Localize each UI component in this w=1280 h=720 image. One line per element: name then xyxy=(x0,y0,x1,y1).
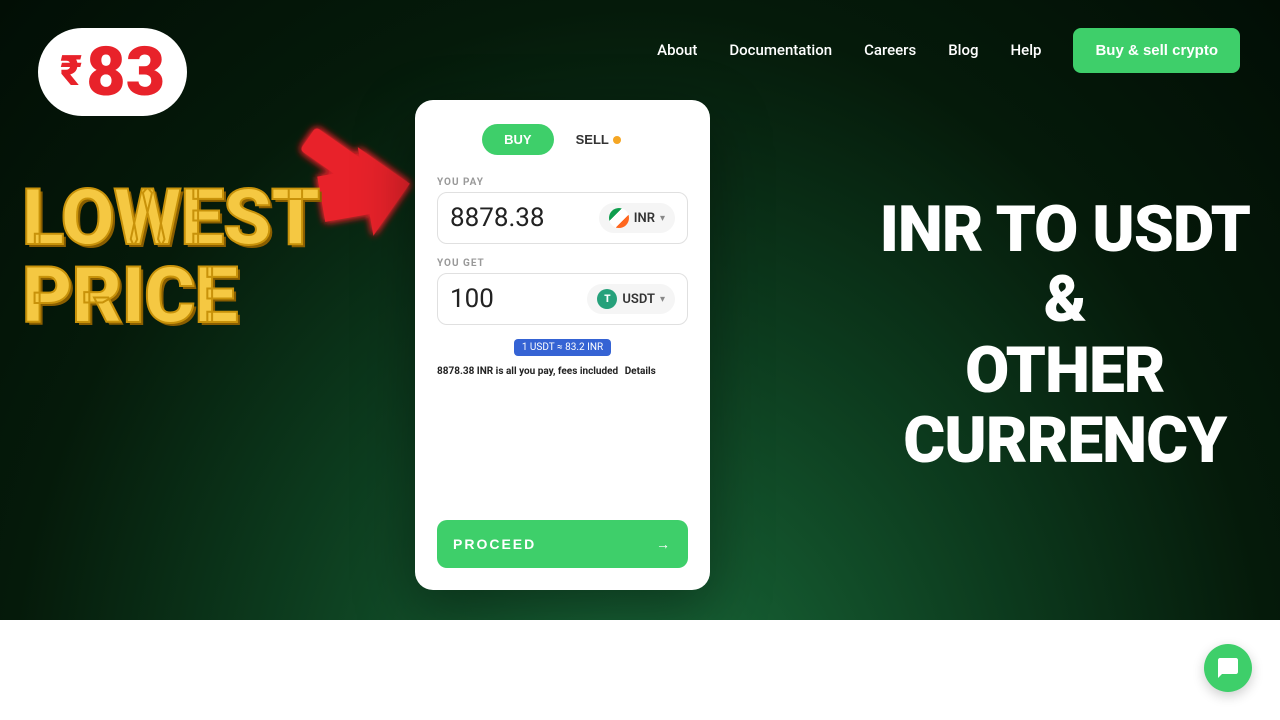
exchange-card: BUY SELL YOU PAY 8878.38 INR ▾ YOU GET 1… xyxy=(415,100,710,590)
nav-careers[interactable]: Careers xyxy=(864,41,916,59)
buy-sell-cta-button[interactable]: Buy & sell crypto xyxy=(1073,28,1240,73)
rate-badge: 1 USDT ≈ 83.2 INR xyxy=(514,339,611,356)
proceed-label: PROCEED xyxy=(453,536,536,552)
lowest-line2: PRICE xyxy=(22,258,319,336)
nav-links: About Documentation Careers Blog Help Bu… xyxy=(657,28,1240,73)
buy-sell-toggle: BUY SELL xyxy=(437,124,688,155)
proceed-arrow-icon: → xyxy=(656,536,672,552)
inr-label: INR xyxy=(634,211,655,226)
india-flag-icon xyxy=(609,208,629,228)
chat-button[interactable] xyxy=(1204,644,1252,692)
usdt-label: USDT xyxy=(622,292,655,307)
proceed-button[interactable]: PROCEED → xyxy=(437,520,688,568)
chevron-down-icon-2: ▾ xyxy=(660,294,665,305)
you-get-amount: 100 xyxy=(450,284,494,314)
you-get-label: YOU GET xyxy=(437,258,688,269)
right-heading-line3: OTHER xyxy=(880,336,1250,406)
right-heading: INR TO USDT & OTHER CURRENCY xyxy=(880,195,1250,477)
nav-blog[interactable]: Blog xyxy=(948,41,978,59)
nav-documentation[interactable]: Documentation xyxy=(729,41,832,59)
hero-section: About Documentation Careers Blog Help Bu… xyxy=(0,0,1280,620)
buy-tab[interactable]: BUY xyxy=(482,124,553,155)
inr-currency-selector[interactable]: INR ▾ xyxy=(599,203,675,233)
lowest-price-text: LOWEST PRICE xyxy=(22,180,319,336)
you-pay-field[interactable]: 8878.38 INR ▾ xyxy=(437,192,688,244)
you-get-field[interactable]: 100 T USDT ▾ xyxy=(437,273,688,325)
right-heading-line4: CURRENCY xyxy=(880,406,1250,476)
lowest-line1: LOWEST xyxy=(22,180,319,258)
you-pay-label: YOU PAY xyxy=(437,177,688,188)
bottom-section xyxy=(0,620,1280,720)
navbar: About Documentation Careers Blog Help Bu… xyxy=(0,0,1280,100)
fee-amount: 8878.38 INR is all you pay, fees include… xyxy=(437,366,618,377)
usdt-currency-selector[interactable]: T USDT ▾ xyxy=(587,284,675,314)
details-link[interactable]: Details xyxy=(625,366,656,377)
tether-icon: T xyxy=(597,289,617,309)
sell-tab[interactable]: SELL xyxy=(554,124,643,155)
you-pay-amount: 8878.38 xyxy=(450,203,545,233)
right-heading-line2: & xyxy=(880,265,1250,335)
nav-about[interactable]: About xyxy=(657,41,697,59)
chevron-down-icon: ▾ xyxy=(660,213,665,224)
nav-help[interactable]: Help xyxy=(1011,41,1042,59)
fee-line: 8878.38 INR is all you pay, fees include… xyxy=(437,366,688,377)
sell-dot xyxy=(613,136,621,144)
right-heading-line1: INR TO USDT xyxy=(880,195,1250,265)
chat-icon xyxy=(1216,656,1240,680)
